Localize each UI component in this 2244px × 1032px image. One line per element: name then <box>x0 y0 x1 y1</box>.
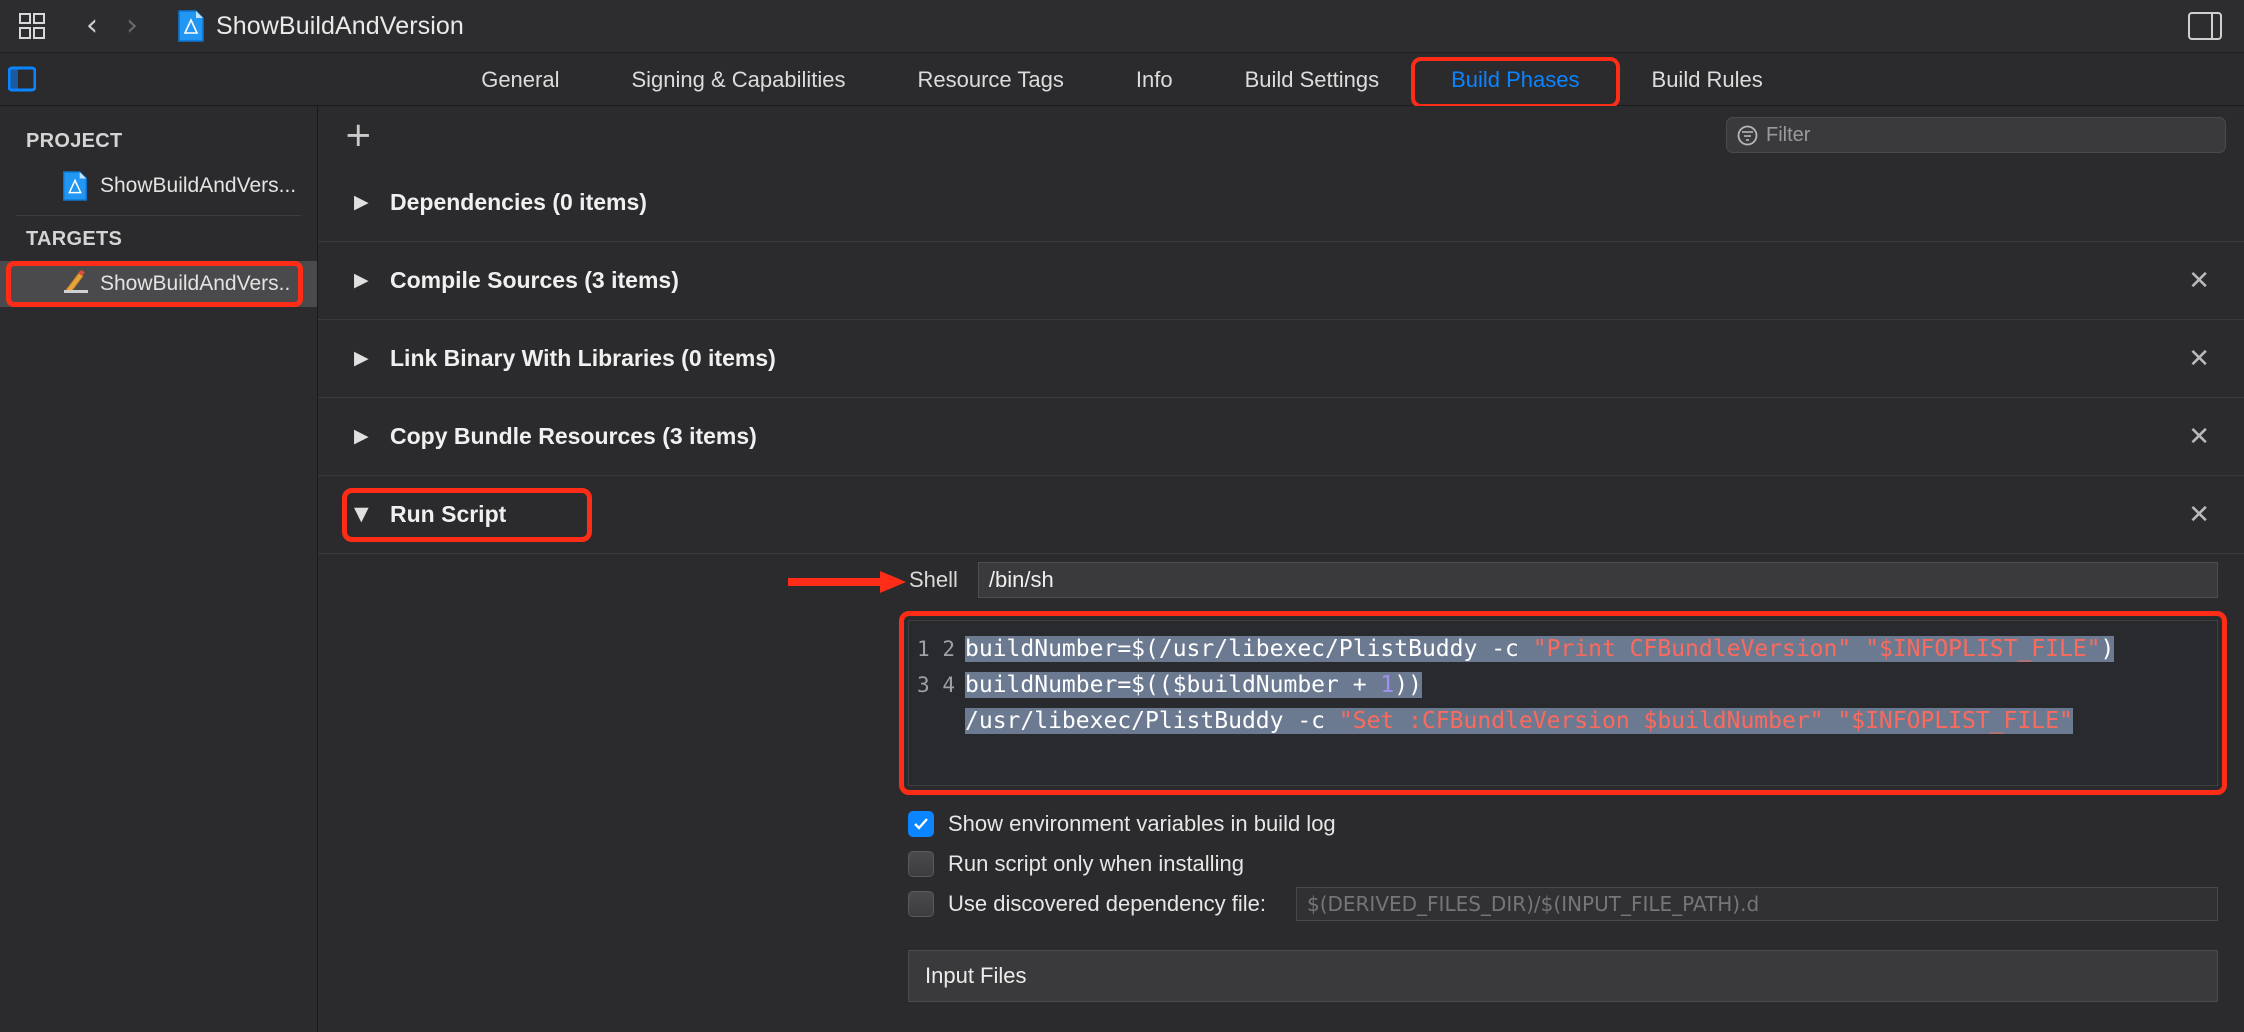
close-icon[interactable]: ✕ <box>2188 346 2210 372</box>
dependency-file-input[interactable]: $(DERIVED_FILES_DIR)/$(INPUT_FILE_PATH).… <box>1295 887 2218 921</box>
phase-row-link-binary[interactable]: ▶ Link Binary With Libraries (0 items) ✕ <box>318 320 2244 398</box>
tab-build-settings[interactable]: Build Settings <box>1209 53 1416 106</box>
phase-title: Copy Bundle Resources (3 items) <box>390 423 757 449</box>
checkbox-unchecked-icon[interactable] <box>908 891 934 917</box>
phases-header: + Filter <box>318 106 2244 164</box>
toggle-navigator-icon[interactable] <box>8 65 36 93</box>
sidebar-item-label: ShowBuildAndVers... <box>100 174 297 197</box>
disclosure-triangle-icon[interactable]: ▶ <box>354 193 376 212</box>
line-number: 4 <box>942 673 955 697</box>
line-number: 3 <box>917 673 930 697</box>
shell-row: Shell /bin/sh <box>318 554 2244 606</box>
input-files-header[interactable]: Input Files <box>908 950 2218 1002</box>
phase-title: Compile Sources (3 items) <box>390 267 679 293</box>
script-editor[interactable]: 1 2 3 4 buildNumber=$(/usr/libexec/Plist… <box>908 620 2218 786</box>
tab-build-phases[interactable]: Build Phases <box>1415 53 1615 106</box>
tab-resource-tags[interactable]: Resource Tags <box>882 53 1100 106</box>
checkmark-icon <box>913 816 929 832</box>
sidebar-item-label: ShowBuildAndVers.. <box>100 272 291 295</box>
add-build-phase-button[interactable]: + <box>344 118 373 152</box>
option-label: Show environment variables in build log <box>948 811 1336 836</box>
xcode-project-icon <box>62 171 88 201</box>
run-script-detail: Shell /bin/sh 1 2 3 4 buildNumber=$(/usr… <box>318 554 2244 1002</box>
option-label: Use discovered dependency file: <box>948 891 1266 916</box>
input-files-label: Input Files <box>925 963 1027 988</box>
project-navigator-sidebar: PROJECT ShowBuildAndVers... TARGETS Show… <box>0 106 318 1032</box>
phase-row-dependencies[interactable]: ▶ Dependencies (0 items) <box>318 164 2244 242</box>
option-run-only-when-installing[interactable]: Run script only when installing <box>908 844 2244 884</box>
option-label: Run script only when installing <box>948 851 1244 876</box>
script-editor-wrap: 1 2 3 4 buildNumber=$(/usr/libexec/Plist… <box>899 611 2227 795</box>
phase-title: Link Binary With Libraries (0 items) <box>390 345 776 371</box>
disclosure-triangle-icon[interactable]: ▶ <box>354 271 376 290</box>
script-code-text[interactable]: buildNumber=$(/usr/libexec/PlistBuddy -c… <box>965 621 2217 785</box>
xcode-project-icon <box>178 10 204 42</box>
forward-chevron-icon[interactable]: › <box>112 11 152 41</box>
disclosure-triangle-icon[interactable]: ▼ <box>354 505 376 524</box>
project-section-label: PROJECT <box>26 130 123 152</box>
page-title: ShowBuildAndVersion <box>216 11 464 40</box>
grid-icon[interactable] <box>18 12 46 40</box>
option-use-discovered-dependency-file[interactable]: Use discovered dependency file: $(DERIVE… <box>908 884 2244 924</box>
shell-label: Shell <box>909 567 958 592</box>
xcode-window: ‹ › ShowBuildAndVersion General Signing <box>0 0 2244 1032</box>
phase-title: Dependencies (0 items) <box>390 189 647 215</box>
phase-title: Run Script <box>390 501 507 527</box>
tab-signing-capabilities[interactable]: Signing & Capabilities <box>595 53 881 106</box>
disclosure-triangle-icon[interactable]: ▶ <box>354 427 376 446</box>
tab-info[interactable]: Info <box>1100 53 1209 106</box>
checkbox-unchecked-icon[interactable] <box>908 851 934 877</box>
sidebar-item-target[interactable]: ShowBuildAndVers.. <box>0 261 317 307</box>
phase-row-run-script[interactable]: ▼ Run Script ✕ <box>318 476 2244 554</box>
sidebar-item-project[interactable]: ShowBuildAndVers... <box>0 163 317 209</box>
filter-placeholder: Filter <box>1766 123 1811 146</box>
build-phases-pane: + Filter ▶ Dependencies (0 items) ▶ Comp… <box>318 106 2244 1032</box>
phase-row-copy-bundle-resources[interactable]: ▶ Copy Bundle Resources (3 items) ✕ <box>318 398 2244 476</box>
tab-bar: General Signing & Capabilities Resource … <box>0 53 2244 108</box>
targets-section-label: TARGETS <box>26 228 123 250</box>
content-area: PROJECT ShowBuildAndVers... TARGETS Show… <box>0 106 2244 1032</box>
tab-general[interactable]: General <box>445 53 595 106</box>
script-options: Show environment variables in build log … <box>908 804 2244 924</box>
line-number: 1 <box>917 637 930 661</box>
shell-input[interactable]: /bin/sh <box>977 562 2218 598</box>
app-target-icon <box>62 269 88 299</box>
tab-build-rules[interactable]: Build Rules <box>1616 53 1799 106</box>
filter-icon <box>1737 125 1758 146</box>
back-chevron-icon[interactable]: ‹ <box>72 11 112 41</box>
toolbar: ‹ › ShowBuildAndVersion <box>0 0 2244 53</box>
close-icon[interactable]: ✕ <box>2188 502 2210 528</box>
filter-field[interactable]: Filter <box>1726 117 2226 153</box>
checkbox-checked-icon[interactable] <box>908 811 934 837</box>
disclosure-triangle-icon[interactable]: ▶ <box>354 349 376 368</box>
editor-layout-icon[interactable] <box>2188 12 2222 40</box>
phase-row-compile-sources[interactable]: ▶ Compile Sources (3 items) ✕ <box>318 242 2244 320</box>
close-icon[interactable]: ✕ <box>2188 268 2210 294</box>
line-number-gutter: 1 2 3 4 <box>909 621 965 785</box>
line-number: 2 <box>942 637 955 661</box>
close-icon[interactable]: ✕ <box>2188 424 2210 450</box>
option-show-env-vars[interactable]: Show environment variables in build log <box>908 804 2244 844</box>
red-arrow-icon <box>788 568 908 596</box>
